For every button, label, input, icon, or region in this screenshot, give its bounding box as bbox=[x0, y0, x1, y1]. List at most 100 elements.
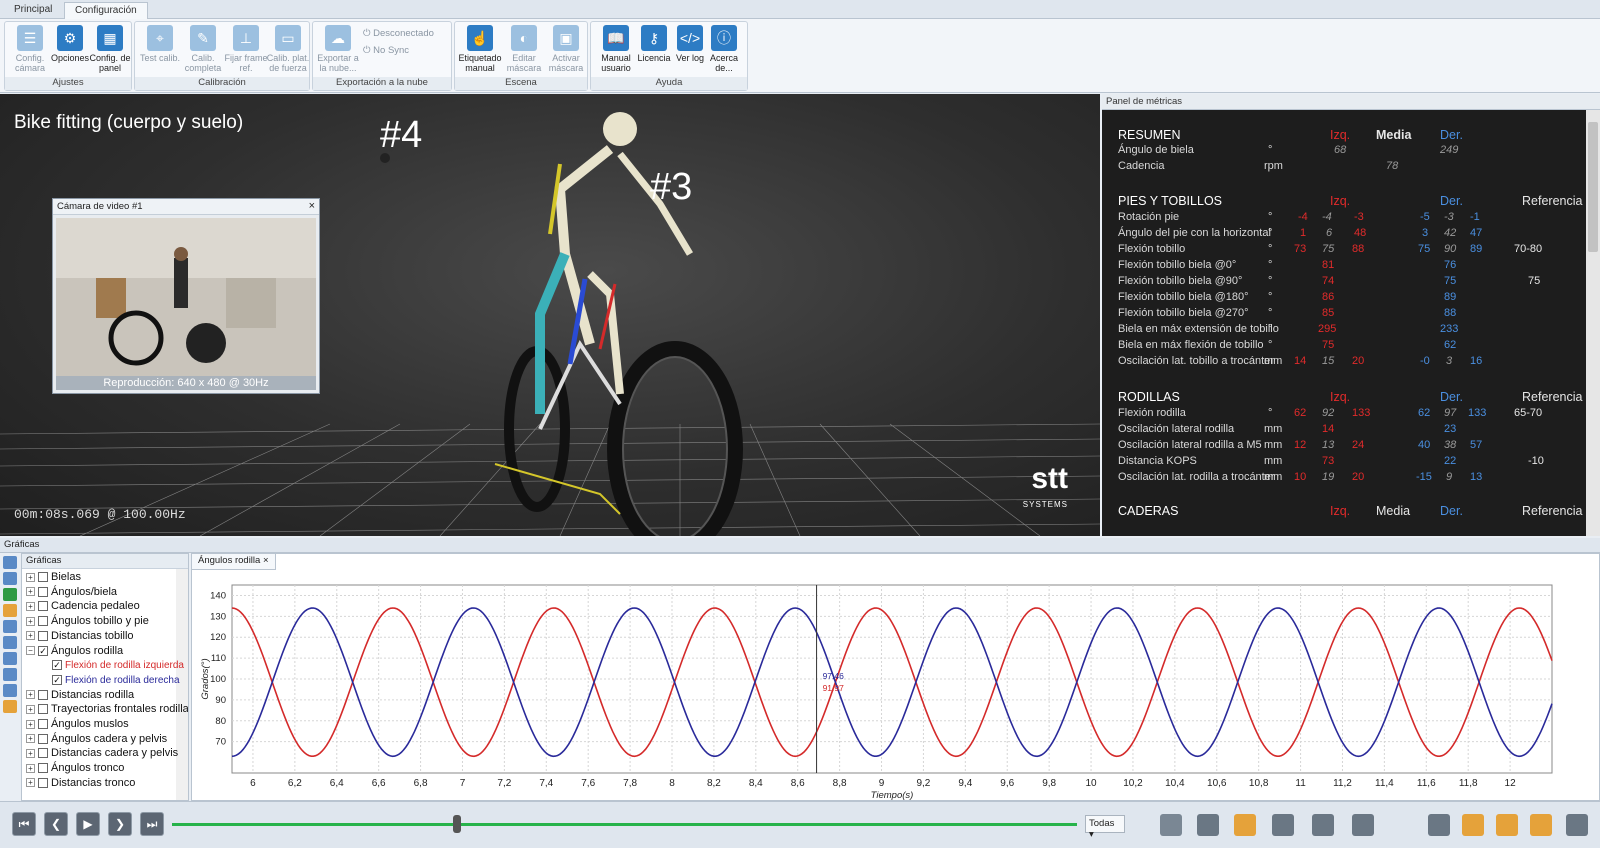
exportar-button[interactable]: ☁ Exportar a la nube... bbox=[315, 24, 361, 78]
expand-icon[interactable]: + bbox=[26, 690, 35, 700]
timeline-track[interactable] bbox=[172, 823, 1077, 826]
tab-configuracion[interactable]: Configuración bbox=[64, 2, 148, 19]
checkbox[interactable] bbox=[38, 719, 48, 730]
tree-item[interactable]: + Distancias rodilla bbox=[26, 689, 134, 704]
tree-item[interactable]: + Bielas bbox=[26, 571, 81, 586]
tree-item[interactable]: ✓ Flexión de rodilla derecha bbox=[52, 674, 180, 689]
edit-icon[interactable] bbox=[3, 572, 17, 585]
etiquetado-button[interactable]: ☝ Etiquetado manual bbox=[457, 24, 503, 78]
fan-icon[interactable] bbox=[1428, 814, 1450, 836]
play-icon[interactable]: ▶ bbox=[76, 812, 100, 836]
expand-icon[interactable]: + bbox=[26, 763, 35, 773]
knee-angle-chart[interactable]: 6 6,2 6,4 6,6 6,8 7 7,2 7,4 7,6 7,8 8 8,2 8,4 8,6 8,8 9… bbox=[192, 571, 1599, 800]
collapse-icon[interactable]: − bbox=[26, 646, 35, 656]
tree-item[interactable]: ✓ Flexión de rodilla izquierda bbox=[52, 659, 184, 674]
check-icon[interactable] bbox=[3, 668, 17, 681]
columns-icon[interactable] bbox=[3, 636, 17, 649]
x-tick-label: 7,6 bbox=[581, 778, 595, 789]
skip-end-icon[interactable]: ⏭ bbox=[140, 812, 164, 836]
editar-mascara-button[interactable]: ◐ Editar máscara bbox=[501, 24, 547, 78]
eye-icon[interactable] bbox=[1312, 814, 1334, 836]
checkbox[interactable] bbox=[38, 601, 48, 612]
layers-icon[interactable] bbox=[3, 652, 17, 665]
expand-icon[interactable]: + bbox=[26, 631, 35, 641]
folder-icon[interactable] bbox=[3, 604, 17, 617]
acerca-button[interactable]: ⓘ Acerca de... bbox=[701, 24, 747, 78]
activar-mascara-button[interactable]: ▣ Activar máscara bbox=[543, 24, 589, 78]
tree-item[interactable]: + Ángulos tobillo y pie bbox=[26, 615, 149, 630]
expand-icon[interactable]: + bbox=[26, 587, 35, 597]
checkbox[interactable] bbox=[38, 763, 48, 774]
checkbox[interactable]: ✓ bbox=[52, 660, 62, 671]
calib-plat-button[interactable]: ▭ Calib. plat. de fuerza bbox=[265, 24, 311, 78]
skip-start-icon[interactable]: ⏮ bbox=[12, 812, 36, 836]
tab-principal[interactable]: Principal bbox=[4, 2, 62, 19]
layout-icon[interactable] bbox=[1352, 814, 1374, 836]
checkbox[interactable] bbox=[38, 616, 48, 627]
x-axis-label: Tiempo(s) bbox=[871, 790, 914, 800]
grid-view-icon[interactable] bbox=[1234, 814, 1256, 836]
calib-completa-button[interactable]: ✎ Calib. completa bbox=[180, 24, 226, 78]
step-forward-icon[interactable]: ❯ bbox=[108, 812, 132, 836]
speed-select[interactable]: Todas ▾ bbox=[1085, 815, 1125, 840]
row-label: Flexión tobillo biela @180° bbox=[1118, 291, 1249, 303]
x-tick-label: 7 bbox=[460, 778, 466, 789]
row-flex-90: Flexión tobillo biela @90° ° 74 75 75 bbox=[1118, 275, 1540, 291]
expand-icon[interactable]: + bbox=[26, 616, 35, 626]
expand-icon[interactable]: + bbox=[26, 778, 35, 788]
tab-angulos-rodilla[interactable]: Ángulos rodilla × bbox=[192, 554, 276, 570]
tree-item[interactable]: + Distancias cadera y pelvis bbox=[26, 747, 178, 762]
close-icon[interactable]: × bbox=[263, 555, 269, 566]
expand-icon[interactable]: + bbox=[26, 572, 35, 582]
tree-item[interactable]: + Distancias tronco bbox=[26, 777, 135, 792]
timeline-thumb[interactable] bbox=[453, 815, 461, 833]
checkbox[interactable] bbox=[38, 572, 48, 583]
checkbox[interactable] bbox=[38, 777, 48, 788]
checkbox[interactable]: ✓ bbox=[38, 645, 48, 656]
test-calib-button[interactable]: ⌖ Test calib. bbox=[137, 24, 183, 78]
metrics-list-icon[interactable] bbox=[1530, 814, 1552, 836]
expand-icon[interactable]: + bbox=[26, 601, 35, 611]
expand-icon[interactable]: + bbox=[26, 748, 35, 758]
checkbox[interactable] bbox=[38, 733, 48, 744]
checkbox[interactable] bbox=[38, 704, 48, 715]
expand-icon[interactable]: + bbox=[26, 734, 35, 744]
val: 75 bbox=[1322, 243, 1335, 255]
config-panel-button[interactable]: ▦ Config. de panel bbox=[87, 24, 133, 78]
markers-icon[interactable] bbox=[1160, 814, 1182, 836]
tree-item[interactable]: + Ángulos muslos bbox=[26, 718, 129, 733]
expand-icon[interactable]: + bbox=[26, 704, 35, 714]
tree-item[interactable]: + Trayectorias frontales rodilla bbox=[26, 703, 188, 718]
metrics-scrollbar[interactable] bbox=[1586, 110, 1600, 536]
checkbox[interactable]: ✓ bbox=[52, 674, 62, 685]
save-icon[interactable] bbox=[3, 556, 17, 569]
row-flex-180: Flexión tobillo biela @180° ° 86 89 bbox=[1118, 291, 1456, 307]
3d-viewport[interactable]: Bike fitting (cuerpo y suelo) #4 #3 00m:… bbox=[0, 94, 1100, 536]
excel-icon[interactable] bbox=[3, 588, 17, 601]
monitor-icon[interactable] bbox=[3, 684, 17, 697]
fijar-frame-button[interactable]: ⊥ Fijar frame ref. bbox=[223, 24, 269, 78]
video-camera-window[interactable]: Cámara de video #1 × Reproducción: 640 x… bbox=[52, 198, 320, 394]
tree-item[interactable]: + Ángulos tronco bbox=[26, 762, 124, 777]
step-back-icon[interactable]: ❮ bbox=[44, 812, 68, 836]
list-icon[interactable] bbox=[3, 620, 17, 633]
group-label-ayuda: Ayuda bbox=[591, 77, 747, 90]
exit-icon[interactable] bbox=[1566, 814, 1588, 836]
camera-icon[interactable] bbox=[1496, 814, 1518, 836]
tree-item[interactable]: − ✓ Ángulos rodilla bbox=[26, 645, 123, 660]
tree-item[interactable]: + Ángulos cadera y pelvis bbox=[26, 733, 167, 748]
skeleton-icon[interactable] bbox=[1272, 814, 1294, 836]
tree-item[interactable]: + Distancias tobillo bbox=[26, 630, 134, 645]
tree-item[interactable]: + Ángulos/biela bbox=[26, 586, 117, 601]
expand-icon[interactable]: + bbox=[26, 719, 35, 729]
metrics-scroll-thumb[interactable] bbox=[1588, 122, 1598, 252]
checkbox[interactable] bbox=[38, 630, 48, 641]
checkbox[interactable] bbox=[38, 748, 48, 759]
cube-icon[interactable] bbox=[1197, 814, 1219, 836]
checkbox[interactable] bbox=[38, 689, 48, 700]
tree-item[interactable]: + Cadencia pedaleo bbox=[26, 600, 140, 615]
checkbox[interactable] bbox=[38, 586, 48, 597]
bar-chart-icon[interactable] bbox=[1462, 814, 1484, 836]
close-icon[interactable]: × bbox=[309, 200, 315, 212]
chart-icon[interactable] bbox=[3, 700, 17, 713]
